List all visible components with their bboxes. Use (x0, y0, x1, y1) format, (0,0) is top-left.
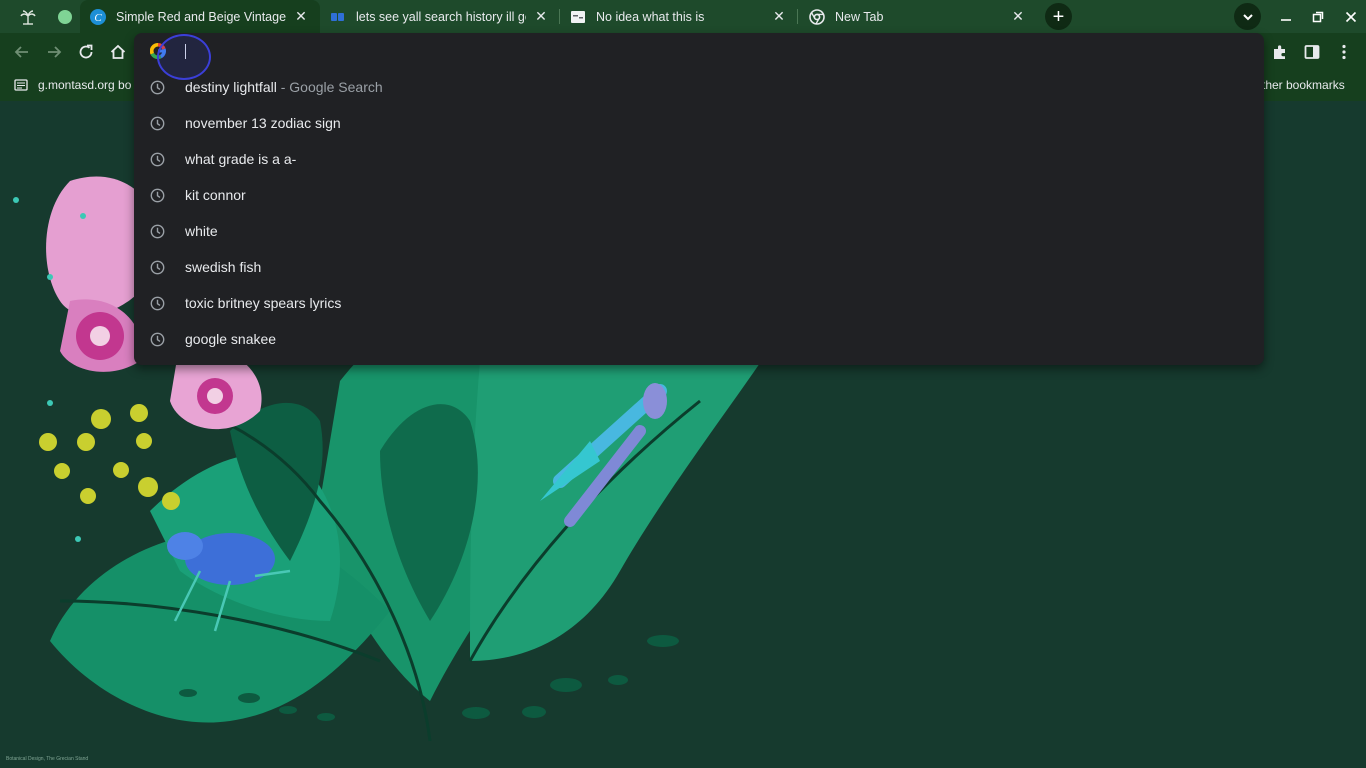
suggestion-text: what grade is a a- (185, 151, 296, 167)
suggestion-text: kit connor (185, 187, 246, 203)
tab-simple-red-beige[interactable]: C Simple Red and Beige Vintage Illustrat… (80, 0, 320, 33)
history-clock-icon (150, 260, 165, 275)
suggestion-item[interactable]: destiny lightfall - Google Search (134, 69, 1264, 105)
extensions-puzzle-icon[interactable] (1268, 40, 1292, 64)
history-clock-icon (150, 296, 165, 311)
tab-separator (797, 9, 798, 24)
suggestion-item[interactable]: what grade is a a- (134, 141, 1264, 177)
suggestion-subtext: - Google Search (276, 79, 383, 95)
page-icon (570, 9, 586, 25)
bookmark-label: g.montasd.org bo (38, 78, 132, 92)
suggestion-item[interactable]: kit connor (134, 177, 1264, 213)
canva-icon: C (90, 8, 106, 25)
doc-icon (330, 9, 346, 25)
other-bookmarks[interactable]: ther bookmarks (1262, 78, 1345, 92)
suggestion-text: google snakee (185, 331, 276, 347)
close-icon[interactable]: ✕ (292, 8, 310, 26)
history-clock-icon (150, 188, 165, 203)
suggestion-query: toxic britney spears lyrics (185, 295, 342, 311)
suggestion-query: white (185, 223, 218, 239)
tab-title: New Tab (835, 9, 884, 24)
omnibox-input[interactable] (185, 41, 1245, 61)
close-window-icon[interactable] (1340, 6, 1362, 28)
tab-no-idea[interactable]: No idea what this is ✕ (560, 0, 798, 33)
tab-group-dot-icon[interactable] (50, 4, 80, 29)
suggestion-item[interactable]: google snakee (134, 321, 1264, 357)
suggestion-query: what grade is a a- (185, 151, 297, 167)
tab-strip: C Simple Red and Beige Vintage Illustrat… (0, 0, 1366, 33)
suggestion-item[interactable]: swedish fish (134, 249, 1264, 285)
history-clock-icon (150, 116, 165, 131)
suggestion-query: swedish fish (185, 259, 262, 275)
suggestion-query: destiny lightfall (185, 79, 277, 95)
minimize-icon[interactable] (1275, 6, 1297, 28)
bookmark-montasd[interactable]: g.montasd.org bo (14, 78, 131, 92)
suggestion-text: white (185, 223, 218, 239)
history-clock-icon (150, 224, 165, 239)
history-clock-icon (150, 152, 165, 167)
suggestion-item[interactable]: november 13 zodiac sign (134, 105, 1264, 141)
suggestion-text: swedish fish (185, 259, 261, 275)
suggestion-query: november 13 zodiac sign (185, 115, 341, 131)
bookmark-label: ther bookmarks (1262, 78, 1345, 92)
omnibox-dropdown: destiny lightfall - Google Search novembe… (134, 33, 1264, 365)
suggestion-query: google snakee (185, 331, 277, 347)
suggestion-item[interactable]: white (134, 213, 1264, 249)
suggestion-query: kit connor (185, 187, 246, 203)
restore-icon[interactable] (1307, 6, 1329, 28)
side-panel-icon[interactable] (1300, 40, 1324, 64)
history-clock-icon (150, 332, 165, 347)
close-icon[interactable]: ✕ (532, 8, 550, 26)
home-icon[interactable] (106, 40, 130, 64)
background-attribution[interactable]: Botanical Design, The Grecian Stand (6, 756, 88, 762)
tab-title: lets see yall search history ill go (356, 9, 526, 24)
chrome-icon (809, 8, 825, 25)
tab-search-history[interactable]: lets see yall search history ill go ✕ (320, 0, 560, 33)
tab-title: No idea what this is (596, 9, 705, 24)
suggestion-text: toxic britney spears lyrics (185, 295, 341, 311)
close-icon[interactable]: ✕ (770, 8, 788, 26)
palm-tree-icon[interactable] (13, 4, 43, 29)
history-clock-icon (150, 80, 165, 95)
address-bar[interactable] (134, 33, 1264, 80)
bookmark-folder-icon (14, 78, 28, 92)
reload-icon[interactable] (74, 40, 98, 64)
new-tab-button[interactable]: + (1045, 3, 1072, 30)
svg-text:C: C (94, 12, 102, 24)
menu-dots-icon[interactable] (1332, 40, 1356, 64)
suggestion-item[interactable]: toxic britney spears lyrics (134, 285, 1264, 321)
tab-title: Simple Red and Beige Vintage Illustratio… (116, 9, 286, 24)
suggestion-text: november 13 zodiac sign (185, 115, 341, 131)
suggestion-text: destiny lightfall - Google Search (185, 79, 383, 95)
forward-arrow-icon[interactable] (42, 40, 66, 64)
close-icon[interactable]: ✕ (1009, 8, 1027, 26)
back-arrow-icon[interactable] (10, 40, 34, 64)
tab-new-tab[interactable]: New Tab ✕ (799, 0, 1037, 33)
chevron-down-icon[interactable] (1234, 3, 1261, 30)
